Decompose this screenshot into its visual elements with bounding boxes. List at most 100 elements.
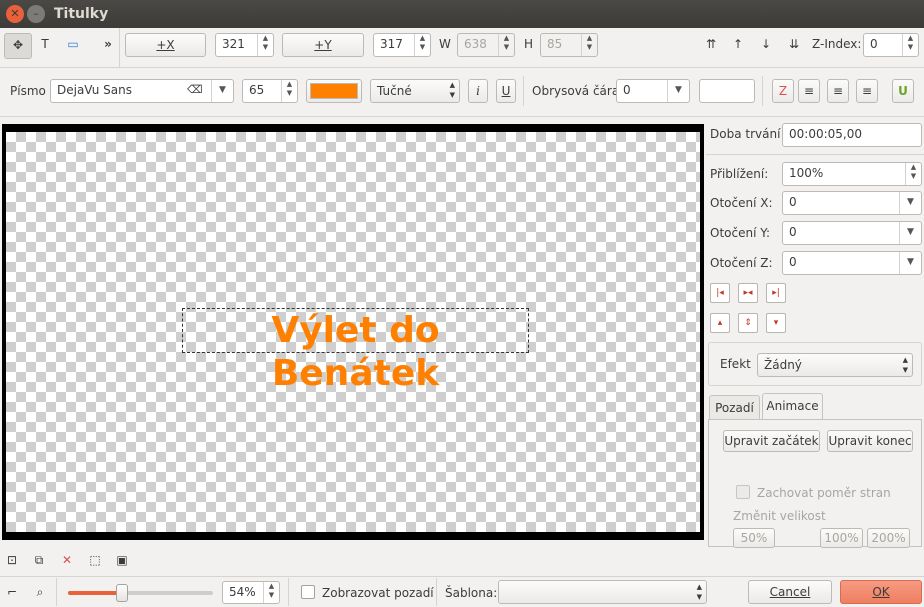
width-field: 638 ▲ ▼ [457, 33, 515, 57]
tab-animation[interactable]: Animace [762, 393, 823, 420]
outline-color-button[interactable] [699, 79, 755, 103]
height-spin-icon: ▲ ▼ [581, 34, 597, 56]
outline-width-combo[interactable]: 0 ▼ [616, 79, 690, 103]
center-x-button[interactable]: +X [125, 33, 206, 57]
zoom-icon[interactable]: ⌕ [30, 581, 50, 603]
align-left-icon[interactable]: ≡ [798, 79, 820, 103]
minimize-window-button[interactable]: – [27, 5, 45, 23]
zindex-spin-icon[interactable]: ▲ ▼ [902, 34, 918, 56]
effect-value: Žádný [764, 358, 802, 372]
underline-icon[interactable]: U [496, 79, 516, 103]
zoom-label: Přiblížení: [710, 167, 769, 181]
align-top-edge-icon[interactable]: ▴ [710, 313, 730, 333]
raise-icon[interactable]: ↑ [727, 33, 749, 57]
font-label: Písmo [10, 84, 46, 98]
close-window-button[interactable]: ✕ [6, 5, 24, 23]
rotation-z-combo[interactable]: 0 ▼ [782, 251, 922, 275]
rotation-x-value: 0 [789, 195, 797, 209]
lower-icon[interactable]: ↓ [755, 33, 777, 57]
zoom-field[interactable]: 100% ▲ ▼ [782, 162, 922, 186]
animation-tab-panel: Upravit začátek Upravit konec Zachovat p… [708, 419, 922, 548]
toolbar-divider [523, 76, 524, 106]
select-arrows-icon: ▲ ▼ [902, 356, 908, 374]
align-left-edge-icon[interactable]: |◂ [710, 283, 730, 303]
x-spin-icon[interactable]: ▲ ▼ [257, 34, 273, 56]
x-position-value: 321 [222, 37, 245, 51]
zoom-slider-handle[interactable] [115, 584, 128, 602]
select-tool-icon[interactable]: ✥ [4, 33, 32, 59]
x-position-field[interactable]: 321 ▲ ▼ [215, 33, 274, 57]
add-text-tool-icon[interactable]: T [34, 33, 56, 57]
title-canvas[interactable]: Výlet do Benátek [6, 132, 700, 532]
y-position-field[interactable]: 317 ▲ ▼ [373, 33, 431, 57]
effect-select[interactable]: Žádný ▲ ▼ [757, 353, 913, 377]
cancel-button[interactable]: Cancel [748, 580, 832, 604]
ok-button[interactable]: OK [840, 580, 922, 604]
font-family-value: DejaVu Sans [57, 83, 132, 97]
title-text[interactable]: Výlet do Benátek [183, 309, 528, 395]
font-size-spin-icon[interactable]: ▲ ▼ [281, 80, 297, 102]
select-all-icon[interactable]: ⊡ [2, 549, 22, 571]
zindex-field[interactable]: 0 ▲ ▼ [863, 33, 919, 57]
zoom-slider-fill [68, 591, 122, 595]
height-label: H [524, 37, 534, 51]
panel-separator [706, 154, 924, 155]
window-title: Titulky [54, 6, 109, 22]
rotation-z-label: Otočení Z: [710, 256, 773, 270]
title-text-item[interactable]: Výlet do Benátek [182, 308, 529, 394]
y-spin-icon[interactable]: ▲ ▼ [414, 34, 430, 56]
typewriter-effect-icon[interactable]: U [892, 79, 914, 103]
show-background-checkbox[interactable] [301, 585, 315, 599]
duplicate-icon[interactable]: ⧉ [29, 549, 49, 571]
duration-field[interactable]: 00:00:05,00 [782, 123, 922, 147]
raise-to-top-icon[interactable]: ⇈ [700, 33, 722, 57]
lower-to-bottom-icon[interactable]: ⇊ [783, 33, 805, 57]
chevron-down-icon[interactable]: ▼ [899, 192, 921, 214]
zoom-spin-icon[interactable]: ▲ ▼ [905, 163, 921, 185]
align-right-icon[interactable]: ≡ [856, 79, 878, 103]
template-icon[interactable]: ⌐ [2, 581, 22, 603]
duration-value: 00:00:05,00 [789, 127, 862, 141]
no-wrap-icon[interactable]: Z [772, 79, 794, 103]
clear-icon[interactable]: ⌫ [187, 80, 203, 100]
chevron-down-icon[interactable]: ▼ [211, 80, 233, 102]
canvas-zoom-spin-icon[interactable]: ▲ ▼ [263, 582, 279, 603]
chevron-down-icon[interactable]: ▼ [899, 222, 921, 244]
tab-background[interactable]: Pozadí [709, 395, 760, 419]
edit-start-button[interactable]: Upravit začátek [723, 430, 820, 452]
bottom-divider [288, 578, 289, 606]
edit-end-button[interactable]: Upravit konec [827, 430, 913, 452]
text-color-button[interactable] [306, 79, 362, 103]
y-position-value: 317 [380, 37, 403, 51]
chevron-down-icon[interactable]: ▼ [667, 80, 689, 102]
resize-label: Změnit velikost [733, 509, 826, 523]
canvas-frame: Výlet do Benátek [2, 124, 704, 540]
template-label: Šablona: [445, 586, 498, 600]
align-hcenter-icon[interactable]: ▸◂ [738, 283, 758, 303]
zoom-slider-track[interactable] [68, 591, 213, 595]
size-200-button: 200% [867, 528, 910, 548]
delete-icon[interactable]: ✕ [57, 549, 77, 571]
add-rectangle-tool-icon[interactable]: ▭ [62, 33, 84, 57]
effect-group: Efekt Žádný ▲ ▼ [708, 342, 922, 386]
font-family-combo[interactable]: DejaVu Sans ⌫ ▼ [50, 79, 234, 103]
unselect-icon[interactable]: ⬚ [85, 549, 105, 571]
align-center-icon[interactable]: ≡ [827, 79, 849, 103]
more-tools-icon[interactable]: » [100, 33, 116, 57]
rotation-y-combo[interactable]: 0 ▼ [782, 221, 922, 245]
italic-icon[interactable]: i [468, 79, 488, 103]
center-y-button[interactable]: +Y [282, 33, 364, 57]
select-similar-icon[interactable]: ▣ [112, 549, 132, 571]
align-vcenter-icon[interactable]: ⇕ [738, 313, 758, 333]
font-size-field[interactable]: 65 ▲ ▼ [242, 79, 298, 103]
template-select[interactable]: ▲ ▼ [498, 580, 707, 604]
show-background-label[interactable]: Zobrazovat pozadí [322, 586, 434, 600]
align-bottom-edge-icon[interactable]: ▾ [766, 313, 786, 333]
height-value: 85 [547, 37, 563, 51]
canvas-zoom-field[interactable]: 54% ▲ ▼ [222, 581, 280, 604]
font-weight-select[interactable]: Tučné ▲ ▼ [370, 79, 460, 103]
chevron-down-icon[interactable]: ▼ [899, 252, 921, 274]
rotation-x-combo[interactable]: 0 ▼ [782, 191, 922, 215]
keep-ratio-label: Zachovat poměr stran [757, 486, 891, 500]
align-right-edge-icon[interactable]: ▸| [766, 283, 786, 303]
